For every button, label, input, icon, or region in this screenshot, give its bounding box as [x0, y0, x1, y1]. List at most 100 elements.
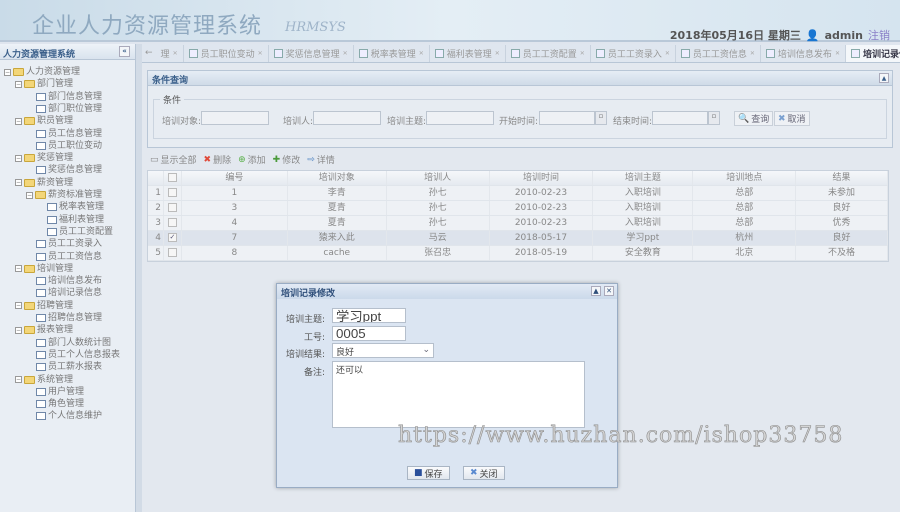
nav-item[interactable]: − 培训管理	[15, 263, 73, 275]
row-checkbox[interactable]	[167, 218, 177, 227]
nav-item[interactable]: 员工职位变动	[36, 140, 102, 152]
column-header[interactable]: 培训地点	[693, 171, 797, 185]
nav-item[interactable]: − 薪资标准管理	[26, 189, 102, 201]
expand-toggle-icon[interactable]: −	[15, 326, 22, 334]
tab[interactable]: 奖惩信息管理 ✕	[269, 44, 354, 62]
table-row[interactable]: 5 8 cache 张召忠 2018-05-19 安全教育 北京 不及格	[148, 246, 888, 261]
start-time-input[interactable]	[539, 111, 595, 125]
tab[interactable]: 理 ✕	[156, 44, 184, 62]
show-all-button[interactable]: ▭ 显示全部	[150, 153, 197, 167]
end-calendar-icon[interactable]: ▫	[708, 111, 720, 125]
tab[interactable]: 员工工资信息 ✕	[676, 44, 761, 62]
nav-item[interactable]: 员工个人信息报表	[36, 349, 120, 361]
close-button[interactable]: ✖ 关闭	[463, 466, 505, 480]
nav-item[interactable]: 税率表管理	[47, 201, 104, 213]
collapse-dialog-button[interactable]: ▲	[591, 286, 601, 296]
close-tab-icon[interactable]: ✕	[665, 50, 670, 57]
close-dialog-icon[interactable]: ✕	[604, 286, 614, 296]
end-time-input[interactable]	[652, 111, 708, 125]
nav-item[interactable]: 部门信息管理	[36, 91, 102, 103]
close-tab-icon[interactable]: ✕	[258, 50, 263, 57]
nav-item[interactable]: − 人力资源管理	[4, 66, 80, 78]
nav-item[interactable]: − 部门管理	[15, 78, 73, 90]
delete-button[interactable]: ✖ 删除	[204, 153, 232, 167]
expand-toggle-icon[interactable]: −	[15, 117, 22, 125]
expand-toggle-icon[interactable]: −	[15, 179, 22, 187]
expand-toggle-icon[interactable]: −	[15, 265, 22, 273]
table-row[interactable]: 1 1 李青 孙七 2010-02-23 入职培训 总部 未参加	[148, 186, 888, 201]
add-button[interactable]: ⊕ 添加	[238, 153, 266, 167]
column-header[interactable]: 结果	[796, 171, 888, 185]
close-tab-icon[interactable]: ✕	[495, 50, 500, 57]
tab[interactable]: 员工职位变动 ✕	[184, 44, 269, 62]
close-tab-icon[interactable]: ✕	[750, 50, 755, 57]
tab[interactable]: 员工工资录入 ✕	[591, 44, 676, 62]
target-input[interactable]	[201, 111, 269, 125]
row-checkbox[interactable]	[167, 188, 177, 197]
select-all-checkbox[interactable]	[167, 173, 177, 182]
nav-item[interactable]: 用户管理	[36, 386, 84, 398]
close-tab-icon[interactable]: ✕	[419, 50, 424, 57]
close-tab-icon[interactable]: ✕	[173, 50, 178, 57]
trainer-input[interactable]	[313, 111, 381, 125]
close-tab-icon[interactable]: ✕	[343, 50, 348, 57]
column-header[interactable]: 培训人	[387, 171, 490, 185]
detail-button[interactable]: ⇨ 详情	[307, 153, 335, 167]
nav-item[interactable]: 员工工资信息	[36, 251, 102, 263]
nav-item[interactable]: − 系统管理	[15, 374, 73, 386]
table-row[interactable]: 3 4 夏青 孙七 2010-02-23 入职培训 总部 优秀	[148, 216, 888, 231]
employee-id-field[interactable]	[332, 326, 406, 341]
search-button[interactable]: 🔍 查询	[734, 111, 774, 126]
column-header[interactable]: 编号	[182, 171, 288, 185]
collapse-panel-button[interactable]: ▲	[879, 73, 889, 83]
column-header[interactable]: 培训对象	[288, 171, 387, 185]
column-header[interactable]: 培训时间	[490, 171, 594, 185]
nav-item[interactable]: 员工薪水报表	[36, 361, 102, 373]
nav-item[interactable]: 员工工资配置	[47, 226, 113, 238]
nav-item[interactable]: 奖惩信息管理	[36, 164, 102, 176]
nav-item[interactable]: 员工信息管理	[36, 128, 102, 140]
topic-input[interactable]	[426, 111, 494, 125]
row-checkbox[interactable]: ✓	[167, 233, 177, 242]
result-select[interactable]: 良好 ⌄	[332, 343, 434, 358]
tab[interactable]: 福利表管理 ✕	[430, 44, 506, 62]
save-button[interactable]: ■ 保存	[407, 466, 450, 480]
cancel-button[interactable]: ✖ 取消	[774, 111, 810, 126]
topic-field[interactable]	[332, 308, 406, 323]
nav-item[interactable]: 培训信息发布	[36, 275, 102, 287]
nav-item[interactable]: 培训记录信息	[36, 287, 102, 299]
tab[interactable]: 员工工资配置 ✕	[506, 44, 591, 62]
expand-toggle-icon[interactable]: −	[15, 80, 22, 88]
expand-toggle-icon[interactable]: −	[26, 191, 33, 199]
nav-item[interactable]: − 薪资管理	[15, 177, 73, 189]
table-row[interactable]: 4 ✓ 7 猿来入此 马云 2018-05-17 学习ppt 杭州 良好	[148, 231, 888, 246]
close-tab-icon[interactable]: ✕	[580, 50, 585, 57]
nav-item[interactable]: 个人信息维护	[36, 410, 102, 422]
table-row[interactable]: 2 3 夏青 孙七 2010-02-23 入职培训 总部 良好	[148, 201, 888, 216]
nav-item[interactable]: 部门职位管理	[36, 103, 102, 115]
edit-button[interactable]: ✚ 修改	[273, 153, 301, 167]
close-tab-icon[interactable]: ✕	[835, 50, 840, 57]
expand-toggle-icon[interactable]: −	[15, 302, 22, 310]
nav-item[interactable]: 员工工资录入	[36, 238, 102, 250]
collapse-sidebar-button[interactable]: «	[119, 46, 130, 57]
row-checkbox[interactable]	[167, 203, 177, 212]
expand-toggle-icon[interactable]: −	[4, 68, 11, 76]
expand-toggle-icon[interactable]: −	[15, 376, 22, 383]
nav-item[interactable]: − 奖惩管理	[15, 152, 73, 164]
tab[interactable]: 税率表管理 ✕	[354, 44, 430, 62]
nav-item[interactable]: − 职员管理	[15, 115, 73, 127]
logout-link[interactable]: 注销	[868, 27, 890, 43]
note-textarea[interactable]: 还可以	[332, 361, 585, 428]
column-header[interactable]: 培训主题	[593, 171, 694, 185]
nav-item[interactable]: 福利表管理	[47, 214, 104, 226]
tab[interactable]: 培训记录信息✕	[845, 44, 900, 62]
scroll-tabs-left-icon[interactable]: ←	[142, 48, 156, 58]
row-checkbox[interactable]	[167, 248, 177, 257]
nav-item[interactable]: 部门人数统计图	[36, 337, 111, 349]
expand-toggle-icon[interactable]: −	[15, 154, 22, 162]
nav-item[interactable]: 角色管理	[36, 398, 84, 410]
nav-item[interactable]: 招聘信息管理	[36, 312, 102, 324]
start-calendar-icon[interactable]: ▫	[595, 111, 607, 125]
nav-item[interactable]: − 报表管理	[15, 324, 73, 336]
